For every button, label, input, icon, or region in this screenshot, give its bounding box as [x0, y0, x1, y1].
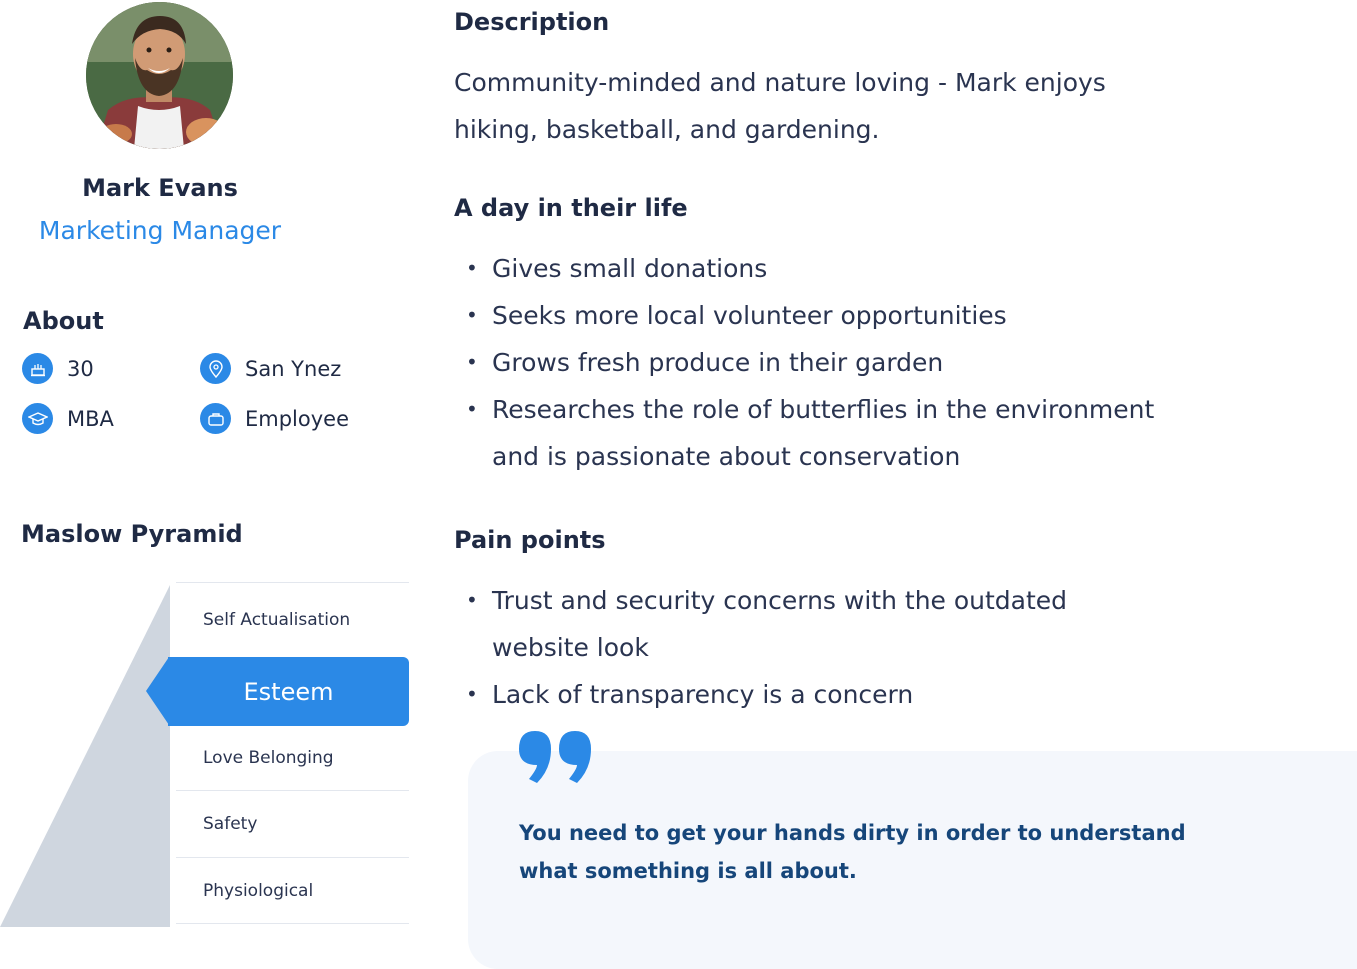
quotation-mark-icon [519, 731, 591, 783]
about-item-occupation: Employee [200, 403, 349, 434]
briefcase-icon [200, 403, 231, 434]
birthday-cake-icon [22, 353, 53, 384]
about-item-location: San Ynez [200, 353, 341, 384]
maslow-level-self-actualisation: Self Actualisation [176, 582, 409, 657]
about-education-label: MBA [67, 406, 114, 431]
list-item: Trust and security concerns with the out… [466, 577, 1126, 671]
about-item-education: MBA [22, 403, 114, 434]
maslow-active-pointer [146, 657, 169, 725]
graduation-cap-icon [22, 403, 53, 434]
list-item: Seeks more local volunteer opportunities [466, 292, 1206, 339]
maslow-level-love-belonging: Love Belonging [203, 748, 334, 768]
list-item: Grows fresh produce in their garden [466, 339, 1206, 386]
pain-points-list: Trust and security concerns with the out… [466, 577, 1126, 718]
location-pin-icon [200, 353, 231, 384]
maslow-level-safety: Safety [176, 790, 409, 857]
about-location-label: San Ynez [245, 356, 342, 381]
description-heading: Description [454, 8, 610, 36]
day-in-life-heading: A day in their life [454, 194, 688, 222]
day-in-life-list: Gives small donations Seeks more local v… [466, 245, 1206, 480]
maslow-pyramid-shape [0, 585, 170, 927]
persona-name: Mark Evans [82, 174, 238, 202]
list-item: Lack of transparency is a concern [466, 671, 1126, 718]
persona-role: Marketing Manager [38, 216, 282, 245]
about-item-age: 30 [22, 353, 94, 384]
quote-text: You need to get your hands dirty in orde… [519, 821, 1186, 883]
description-text: Community-minded and nature loving - Mar… [454, 68, 1106, 144]
maslow-heading: Maslow Pyramid [21, 520, 243, 548]
about-heading: About [23, 307, 104, 335]
about-age-label: 30 [67, 356, 94, 381]
person-photo-icon [86, 2, 233, 149]
about-occupation-label: Employee [245, 406, 350, 431]
persona-card: Mark Evans Marketing Manager About 30 Sa… [0, 0, 1357, 969]
maslow-level-physiological: Physiological [176, 857, 409, 924]
pain-points-heading: Pain points [454, 526, 606, 554]
list-item: Gives small donations [466, 245, 1206, 292]
avatar [86, 2, 233, 149]
maslow-level-esteem: Esteem [168, 657, 409, 726]
list-item: Researches the role of butterflies in th… [466, 386, 1206, 480]
